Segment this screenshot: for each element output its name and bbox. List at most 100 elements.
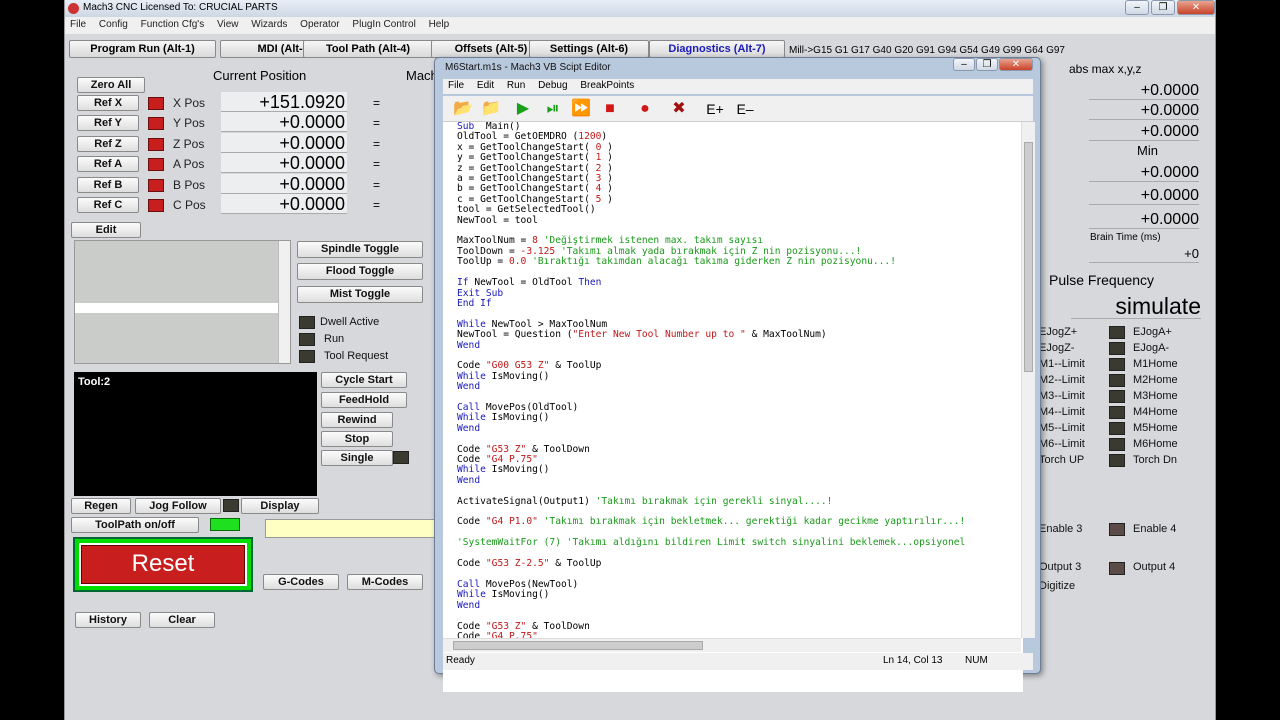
single-button[interactable]: Single xyxy=(321,450,393,466)
rewind-button[interactable]: Rewind xyxy=(321,412,393,428)
menu-config[interactable]: Config xyxy=(94,17,133,32)
feedhold-button[interactable]: FeedHold xyxy=(321,392,407,408)
editor-menu-edit[interactable]: Edit xyxy=(472,79,499,92)
gcode-list-panel[interactable] xyxy=(74,240,291,364)
tab-tool-path[interactable]: Tool Path (Alt-4) xyxy=(303,40,433,58)
clear-button[interactable]: Clear xyxy=(149,612,215,628)
toolpath-led xyxy=(210,518,240,531)
min-z-dro[interactable]: +0.0000 xyxy=(1089,211,1199,229)
menu-function-cfgs[interactable]: Function Cfg's xyxy=(136,17,210,32)
code-token: OldTool = GetOEMDRO ( xyxy=(457,131,579,143)
c-pos-label: C Pos xyxy=(173,198,206,212)
tab-program-run[interactable]: Program Run (Alt-1) xyxy=(69,40,216,58)
vertical-scroll-thumb[interactable] xyxy=(1024,142,1033,372)
min-y-dro[interactable]: +0.0000 xyxy=(1089,187,1199,205)
x-pos-dro[interactable]: +151.0920 xyxy=(221,92,347,112)
code-editor[interactable]: Sub Main() OldTool = GetOEMDRO (1200) x = … xyxy=(443,122,1023,692)
display-button[interactable]: Display xyxy=(241,498,319,514)
code-vertical-scrollbar[interactable] xyxy=(1021,122,1035,638)
max-y-dro[interactable]: +0.0000 xyxy=(1089,102,1199,120)
max-x-dro[interactable]: +0.0000 xyxy=(1089,82,1199,100)
z-pos-dro[interactable]: +0.0000 xyxy=(221,132,347,153)
editor-minimize-button[interactable]: – xyxy=(953,58,975,71)
brain-time-dro[interactable]: +0 xyxy=(1089,245,1199,263)
signal-m6-limit-label: M6--Limit xyxy=(1039,438,1085,450)
code-token: & MaxToolNum) xyxy=(745,329,827,341)
open-folder-icon[interactable]: 📂 xyxy=(453,100,473,118)
code-horizontal-scrollbar[interactable] xyxy=(443,638,1021,652)
horizontal-scroll-thumb[interactable] xyxy=(453,641,703,650)
ref-a-button[interactable]: Ref A xyxy=(77,156,139,173)
editor-maximize-button[interactable]: ❐ xyxy=(976,58,998,71)
code-token: IsMoving() xyxy=(485,464,550,476)
editor-close-button[interactable]: ✕ xyxy=(999,58,1033,71)
minimize-button[interactable]: – xyxy=(1125,0,1149,15)
tab-settings[interactable]: Settings (Alt-6) xyxy=(529,40,649,58)
save-folder-icon[interactable]: 📁 xyxy=(481,100,501,118)
flood-toggle-button[interactable]: Flood Toggle xyxy=(297,263,423,280)
breakpoint-icon[interactable]: ● xyxy=(635,100,655,118)
ref-z-button[interactable]: Ref Z xyxy=(77,135,139,152)
editor-menu-file[interactable]: File xyxy=(443,79,469,92)
ref-b-button[interactable]: Ref B xyxy=(77,176,139,193)
menu-wizards[interactable]: Wizards xyxy=(246,17,292,32)
a-pos-label: A Pos xyxy=(173,157,205,172)
step-over-icon[interactable]: ⏯ xyxy=(543,100,563,118)
editor-menu-breakpoints[interactable]: BreakPoints xyxy=(575,79,639,92)
expression-add-icon[interactable]: E+ xyxy=(705,100,725,118)
jog-follow-button[interactable]: Jog Follow xyxy=(135,498,221,514)
code-line: Code "G53 Z" & ToolDown xyxy=(457,444,1023,455)
b-pos-dro[interactable]: +0.0000 xyxy=(221,173,347,194)
code-token: 'Bıraktığı takımdan alacağı takıma gider… xyxy=(526,256,896,268)
mist-toggle-button[interactable]: Mist Toggle xyxy=(297,286,423,303)
abs-max-label: abs max x,y,z xyxy=(1069,62,1142,76)
y-pos-dro[interactable]: +0.0000 xyxy=(221,112,347,133)
ref-c-button[interactable]: Ref C xyxy=(77,197,139,213)
spindle-toggle-button[interactable]: Spindle Toggle xyxy=(297,241,423,258)
history-button[interactable]: History xyxy=(75,612,141,628)
code-token: ) xyxy=(601,162,613,174)
tab-diagnostics[interactable]: Diagnostics (Alt-7) xyxy=(649,40,785,58)
edit-button[interactable]: Edit xyxy=(71,222,141,238)
maximize-button[interactable]: ❐ xyxy=(1151,0,1175,15)
menu-operator[interactable]: Operator xyxy=(295,17,344,32)
menu-plugin-control[interactable]: PlugIn Control xyxy=(347,17,420,32)
cycle-start-button[interactable]: Cycle Start xyxy=(321,372,407,388)
step-into-icon[interactable]: ⏩ xyxy=(571,100,591,118)
mcodes-button[interactable]: M-Codes xyxy=(347,574,423,590)
gcodes-button[interactable]: G-Codes xyxy=(263,574,339,590)
run-icon[interactable]: ▶ xyxy=(513,100,533,118)
regen-button[interactable]: Regen xyxy=(71,498,131,514)
stop-icon[interactable]: ■ xyxy=(600,100,620,118)
y-equals-sign: = xyxy=(373,116,381,131)
toolpath-onoff-button[interactable]: ToolPath on/off xyxy=(71,517,199,533)
desktop: Mach3 CNC Licensed To: CRUCIAL PARTS – ❐… xyxy=(0,0,1280,720)
menu-view[interactable]: View xyxy=(212,17,244,32)
code-line: NewTool = tool xyxy=(457,215,1023,226)
mdi-input[interactable] xyxy=(265,519,435,538)
signal-m2-limit-label: M2--Limit xyxy=(1039,374,1085,386)
a-pos-dro[interactable]: +0.0000 xyxy=(221,153,347,174)
max-z-dro[interactable]: +0.0000 xyxy=(1089,123,1199,141)
stop-button[interactable]: Stop xyxy=(321,431,393,447)
reset-button[interactable]: Reset xyxy=(73,537,253,592)
code-token: 'SystemWaitFor (7) 'Takımı aldığını bild… xyxy=(457,537,966,549)
menu-help[interactable]: Help xyxy=(424,17,455,32)
signal-m6home-label: M6Home xyxy=(1133,438,1178,450)
editor-menu-run[interactable]: Run xyxy=(502,79,530,92)
signal-torch-dn-led xyxy=(1109,454,1125,467)
editor-menu-debug[interactable]: Debug xyxy=(533,79,572,92)
clear-breakpoints-icon[interactable]: ✖ xyxy=(669,100,689,118)
status-cursor-position: Ln 14, Col 13 xyxy=(883,655,943,666)
close-button[interactable]: ✕ xyxy=(1177,0,1215,15)
status-ready: Ready xyxy=(446,655,475,666)
ref-x-button[interactable]: Ref X xyxy=(77,95,139,111)
zero-all-button[interactable]: Zero All xyxy=(77,77,145,93)
expression-remove-icon[interactable]: E– xyxy=(735,100,755,118)
menu-file[interactable]: File xyxy=(65,17,91,32)
gcode-scrollbar[interactable] xyxy=(278,241,290,363)
code-token: Code xyxy=(457,620,486,632)
c-pos-dro[interactable]: +0.0000 xyxy=(221,194,347,214)
min-x-dro[interactable]: +0.0000 xyxy=(1089,164,1199,182)
ref-y-button[interactable]: Ref Y xyxy=(77,115,139,132)
